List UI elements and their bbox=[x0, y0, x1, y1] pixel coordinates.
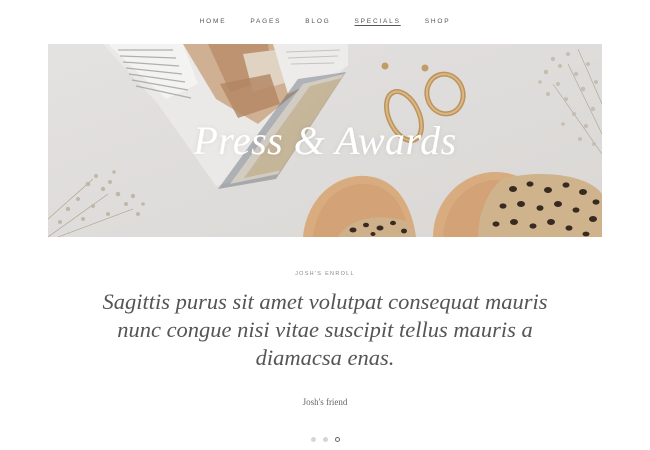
slider-pagination bbox=[0, 437, 650, 442]
nav-item-specials[interactable]: SPECIALS bbox=[343, 15, 413, 29]
nav-item-shop[interactable]: SHOP bbox=[413, 15, 463, 29]
nav-item-home[interactable]: HOME bbox=[188, 15, 239, 29]
testimonial-author: Josh's friend bbox=[302, 397, 348, 407]
slider-dot-1[interactable] bbox=[310, 437, 316, 442]
hero-banner: Press & Awards bbox=[48, 44, 602, 237]
main-nav: HOME PAGES BLOG SPECIALS SHOP bbox=[0, 15, 650, 29]
slider-dot-3[interactable] bbox=[334, 437, 340, 442]
nav-item-pages[interactable]: PAGES bbox=[238, 15, 293, 29]
testimonial-quote: Sagittis purus sit amet volutpat consequ… bbox=[102, 289, 548, 370]
slider-dot-2[interactable] bbox=[322, 437, 328, 442]
testimonial-eyebrow: JOSH'S ENROLL bbox=[295, 271, 355, 277]
hero-title: Press & Awards bbox=[193, 118, 457, 163]
nav-item-blog[interactable]: BLOG bbox=[293, 15, 342, 29]
